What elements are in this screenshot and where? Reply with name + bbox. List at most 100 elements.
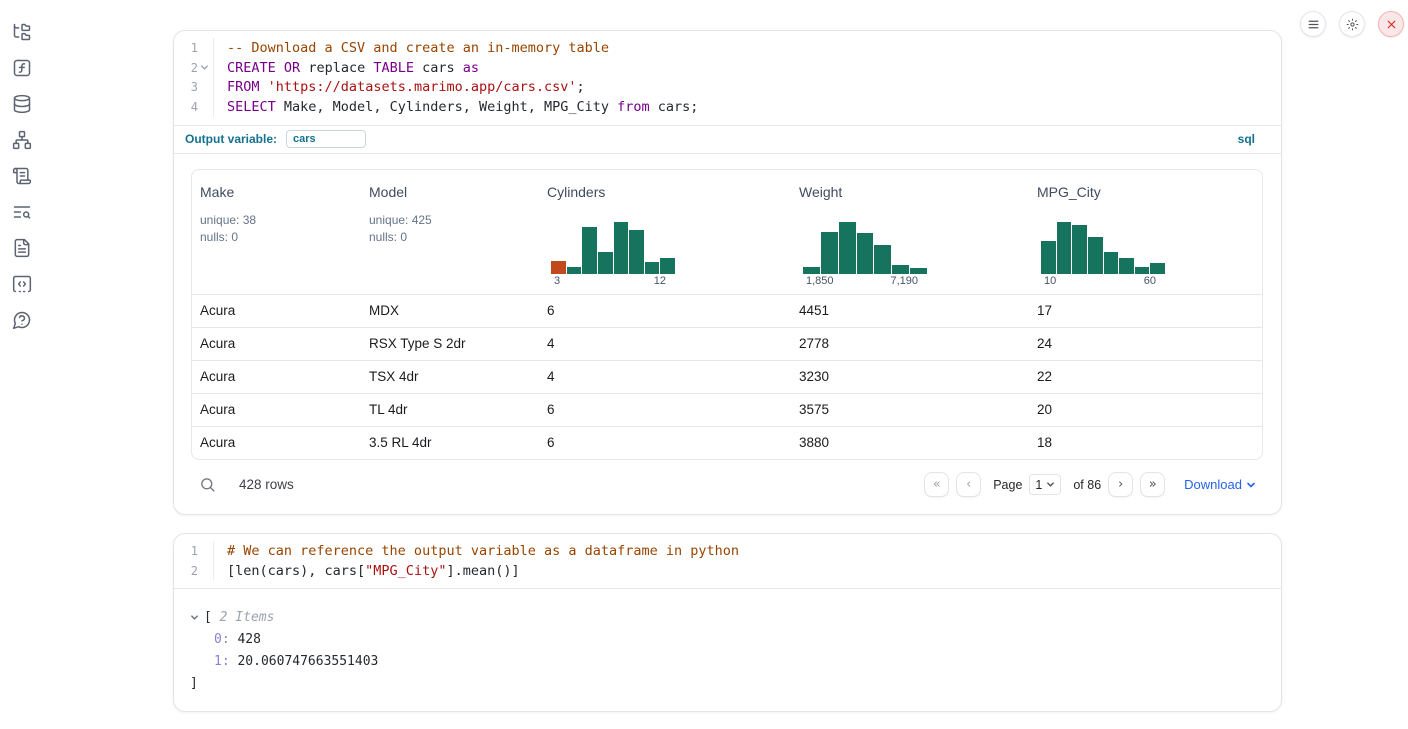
datasources-icon[interactable]: [12, 94, 32, 114]
cell-mpg-city: 17: [1029, 303, 1262, 318]
column-header-model[interactable]: Model unique: 425 nulls: 0: [361, 170, 539, 294]
hist-bar: [910, 268, 927, 274]
hist-bar: [1135, 267, 1150, 274]
settings-button[interactable]: [1339, 11, 1365, 37]
chevron-down-icon: [1046, 480, 1055, 489]
cell-model: TL 4dr: [361, 402, 539, 417]
hist-bar: [1057, 222, 1072, 274]
last-page-button[interactable]: »: [1140, 472, 1165, 497]
sql-code-editor[interactable]: 1 2 3 4 -- Download a CSV and create an …: [174, 31, 1281, 126]
column-header-weight[interactable]: Weight 1,850 7,190: [791, 170, 1029, 294]
menu-button[interactable]: [1300, 11, 1326, 37]
table-row: Acura RSX Type S 2dr 4 2778 24: [192, 327, 1262, 360]
code-token: 2 Items: [220, 610, 275, 625]
column-header-make[interactable]: Make unique: 38 nulls: 0: [192, 170, 361, 294]
page-select[interactable]: 1: [1029, 474, 1061, 495]
line-number: 3: [176, 80, 198, 94]
prev-page-button[interactable]: ‹: [956, 472, 981, 497]
cell-cylinders: 6: [539, 402, 791, 417]
cell-make: Acura: [192, 402, 361, 417]
sql-cell: 1 2 3 4 -- Download a CSV and create an …: [173, 30, 1282, 515]
hist-bar: [892, 265, 909, 274]
functions-icon[interactable]: [12, 58, 32, 78]
code-token: -- Download a CSV and create an in-memor…: [227, 40, 609, 56]
code-token: ]: [190, 676, 198, 691]
cylinders-histogram: 3 12: [551, 222, 675, 287]
cell-make: Acura: [192, 369, 361, 384]
fold-chevron-icon[interactable]: [198, 63, 211, 72]
data-table: Make unique: 38 nulls: 0 Model unique: 4…: [191, 169, 1263, 460]
help-icon[interactable]: [12, 310, 32, 330]
hist-bar: [645, 262, 660, 274]
row-count: 428 rows: [239, 477, 294, 492]
code-line[interactable]: SELECT Make, Model, Cylinders, Weight, M…: [227, 97, 1281, 117]
hist-bar: [1072, 225, 1087, 274]
mpg-city-histogram: 10 60: [1041, 222, 1165, 287]
column-stat: nulls: 0: [369, 229, 531, 246]
first-page-button[interactable]: «: [924, 472, 949, 497]
code-line[interactable]: # We can reference the output variable a…: [227, 541, 1281, 561]
scratchpad-icon[interactable]: [12, 166, 32, 186]
snippets-icon[interactable]: [12, 274, 32, 294]
list-output: [ 2 Items 0: 428 1: 20.060747663551403 ]: [174, 589, 1281, 694]
line-number: 2: [176, 564, 198, 578]
hist-bar: [803, 267, 820, 274]
code-token: cars;: [650, 99, 699, 115]
table-row: Acura 3.5 RL 4dr 6 3880 18: [192, 426, 1262, 459]
cell-cylinders: 4: [539, 369, 791, 384]
hist-bar: [582, 227, 597, 274]
column-header-mpg-city[interactable]: MPG_City 10 60: [1029, 170, 1262, 294]
file-tree-icon[interactable]: [12, 22, 32, 42]
hist-bar: [567, 267, 582, 274]
code-line[interactable]: CREATE OR replace TABLE cars as: [227, 58, 1281, 78]
axis-max-label: 60: [1144, 275, 1156, 287]
collapse-chevron-icon[interactable]: [190, 613, 204, 622]
python-code-editor[interactable]: 1 2 # We can reference the output variab…: [174, 534, 1281, 589]
cell-model: TSX 4dr: [361, 369, 539, 384]
dependency-graph-icon[interactable]: [12, 130, 32, 150]
hist-bar: [839, 222, 856, 274]
close-icon: [1385, 18, 1398, 31]
hist-bar: [629, 230, 644, 274]
column-stat: unique: 38: [200, 212, 353, 229]
cell-weight: 3230: [791, 369, 1029, 384]
cell-cylinders: 6: [539, 435, 791, 450]
cell-weight: 3575: [791, 402, 1029, 417]
search-icon[interactable]: [199, 476, 217, 494]
code-line[interactable]: [len(cars), cars["MPG_City"].mean()]: [227, 561, 1281, 581]
table-row: Acura TSX 4dr 4 3230 22: [192, 360, 1262, 393]
documentation-icon[interactable]: [12, 238, 32, 258]
code-token: [276, 60, 284, 76]
code-token: Make, Model, Cylinders, Weight, MPG_City: [276, 99, 617, 115]
code-token: SELECT: [227, 99, 276, 115]
code-token: "MPG_City": [365, 563, 446, 579]
page-label: Page: [993, 478, 1022, 492]
next-page-button[interactable]: ›: [1108, 472, 1133, 497]
column-header-cylinders[interactable]: Cylinders 3 12: [539, 170, 791, 294]
hist-bar: [874, 245, 891, 274]
axis-min-label: 1,850: [806, 275, 834, 287]
code-line[interactable]: FROM 'https://datasets.marimo.app/cars.c…: [227, 77, 1281, 97]
hist-bar: [551, 261, 566, 274]
table-header-row: Make unique: 38 nulls: 0 Model unique: 4…: [192, 170, 1262, 294]
table-row: Acura TL 4dr 6 3575 20: [192, 393, 1262, 426]
code-line[interactable]: -- Download a CSV and create an in-memor…: [227, 38, 1281, 58]
cell-weight: 4451: [791, 303, 1029, 318]
download-button[interactable]: Download: [1184, 477, 1256, 492]
axis-min-label: 10: [1044, 275, 1056, 287]
hist-bar: [857, 233, 874, 274]
hist-bar: [1119, 258, 1134, 274]
logs-search-icon[interactable]: [12, 202, 32, 222]
shutdown-button[interactable]: [1378, 11, 1404, 37]
cell-weight: 3880: [791, 435, 1029, 450]
output-variable-label: Output variable:: [185, 132, 277, 146]
column-stat: nulls: 0: [200, 229, 353, 246]
language-badge: sql: [1238, 132, 1255, 146]
code-token: CREATE: [227, 60, 276, 76]
output-variable-row: Output variable: sql: [174, 126, 1281, 154]
output-variable-input[interactable]: [286, 130, 366, 148]
line-number: 2: [176, 61, 198, 75]
code-token: TABLE: [373, 60, 414, 76]
code-token: 428: [237, 632, 260, 647]
tree-item: 1: 20.060747663551403: [190, 650, 1265, 672]
